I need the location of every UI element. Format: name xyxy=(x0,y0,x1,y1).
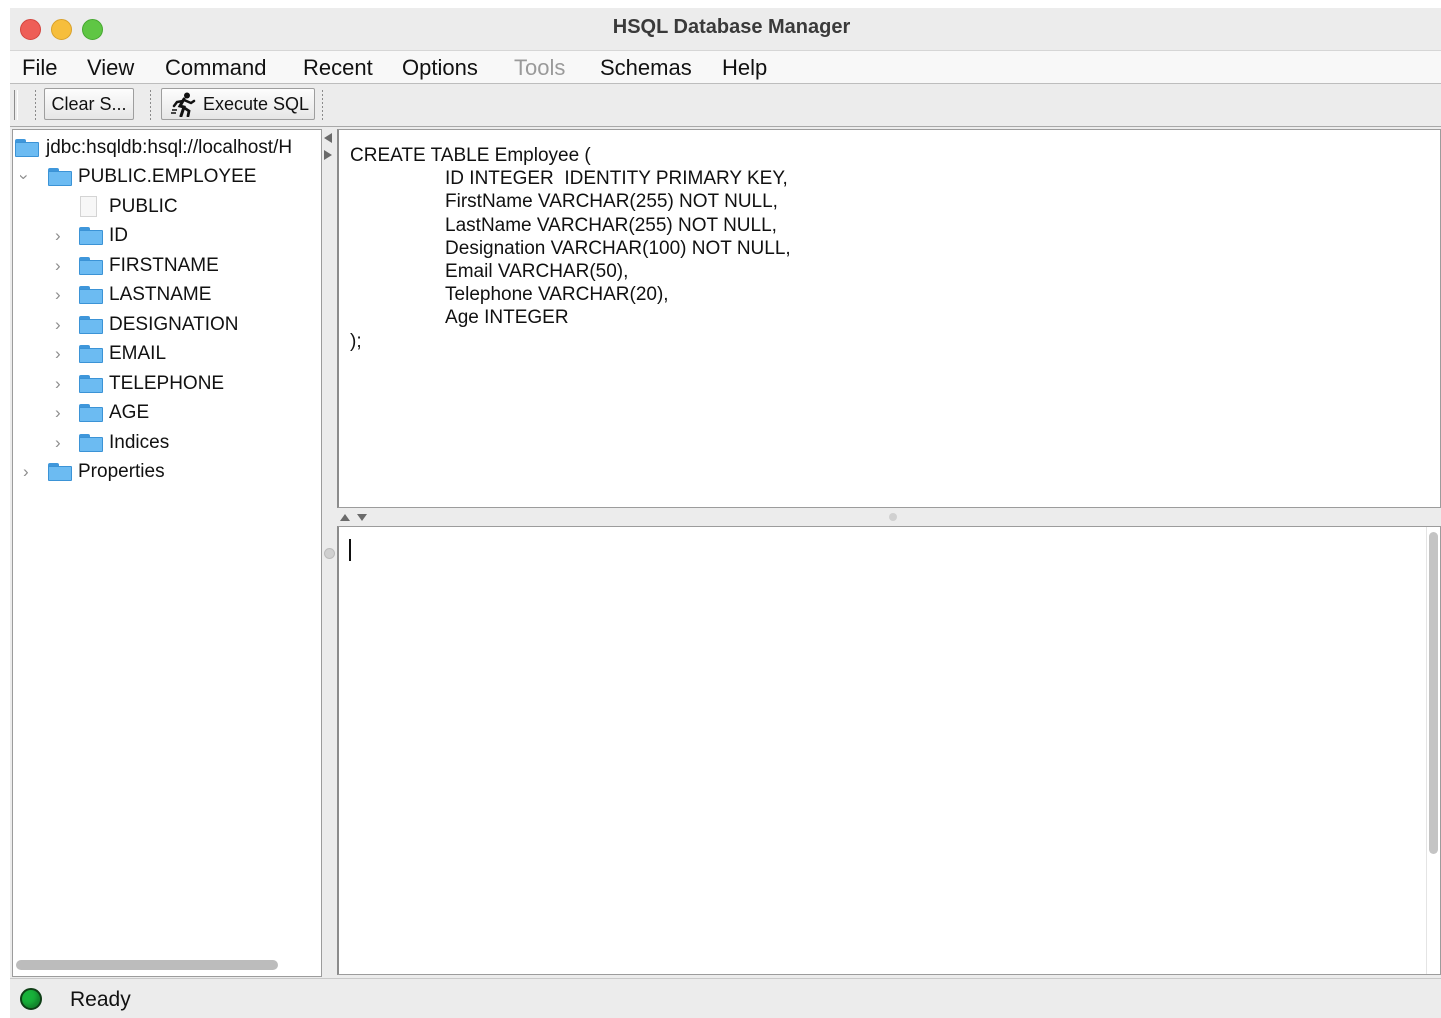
window-title: HSQL Database Manager xyxy=(612,16,851,38)
tree-node-label: ID xyxy=(109,225,128,246)
toolbar-separator xyxy=(150,90,151,120)
expand-right-arrow-icon[interactable] xyxy=(324,150,332,160)
folder-icon xyxy=(79,345,103,363)
text-caret xyxy=(349,539,351,561)
expand-down-arrow-icon[interactable] xyxy=(357,514,367,521)
tree-node-label: AGE xyxy=(109,402,150,423)
status-text: Ready xyxy=(70,988,131,1011)
sql-line: ); xyxy=(350,330,362,352)
folder-icon xyxy=(79,286,103,304)
execute-sql-label: Execute SQL xyxy=(203,94,310,114)
chevron-down-icon[interactable]: › xyxy=(13,174,38,180)
sql-line: Age INTEGER xyxy=(350,307,569,329)
menu-recent[interactable]: Recent xyxy=(303,55,373,81)
folder-icon xyxy=(48,168,72,186)
toolbar: Clear S... Execute SQL xyxy=(10,84,1441,127)
collapse-up-arrow-icon[interactable] xyxy=(340,514,350,521)
status-bar: Ready xyxy=(10,978,1441,1018)
tree-node-label: Indices xyxy=(109,432,170,453)
folder-icon xyxy=(79,434,103,452)
chevron-right-icon[interactable]: › xyxy=(55,340,61,368)
tree-horizontal-scrollbar[interactable] xyxy=(16,960,278,970)
menu-bar: File View Command Recent Options Tools S… xyxy=(10,51,1441,84)
sql-text: CREATE TABLE Employee ( ID INTEGER IDENT… xyxy=(350,144,791,353)
app-window: HSQL Database Manager File View Command … xyxy=(10,8,1441,1018)
tree-node-label: Properties xyxy=(78,461,165,482)
menu-schemas[interactable]: Schemas xyxy=(600,55,692,81)
execute-sql-button[interactable]: Execute SQL xyxy=(161,88,315,120)
tree-node-label: PUBLIC xyxy=(109,196,178,217)
folder-icon xyxy=(79,257,103,275)
menu-options[interactable]: Options xyxy=(402,55,478,81)
folder-icon xyxy=(48,463,72,481)
folder-icon xyxy=(79,316,103,334)
tree-node-label: FIRSTNAME xyxy=(109,255,219,276)
divider-grip[interactable] xyxy=(324,548,335,559)
toolbar-separator xyxy=(35,90,36,120)
sql-line: Email VARCHAR(50), xyxy=(350,261,629,283)
folder-icon xyxy=(79,227,103,245)
sql-line: FirstName VARCHAR(255) NOT NULL, xyxy=(350,191,778,213)
chevron-right-icon[interactable]: › xyxy=(55,311,61,339)
menu-file[interactable]: File xyxy=(22,55,57,81)
chevron-right-icon[interactable]: › xyxy=(55,252,61,280)
tree-node-label: DESIGNATION xyxy=(109,314,239,335)
title-bar: HSQL Database Manager xyxy=(10,8,1441,51)
sql-editor[interactable]: CREATE TABLE Employee ( ID INTEGER IDENT… xyxy=(337,129,1441,508)
tree-node-label: TELEPHONE xyxy=(109,373,225,394)
schema-tree-panel[interactable]: jdbc:hsqldb:hsql://localhost/H › PUBLIC.… xyxy=(12,129,322,977)
clear-screen-button[interactable]: Clear S... xyxy=(44,88,134,120)
vertical-split-divider[interactable] xyxy=(322,129,336,975)
sql-line: CREATE TABLE Employee ( xyxy=(350,145,591,166)
results-vertical-scrollbar[interactable] xyxy=(1429,532,1438,854)
status-light-icon xyxy=(20,988,42,1010)
results-scroll-track[interactable] xyxy=(1426,527,1440,974)
toolbar-separator xyxy=(322,90,323,120)
menu-command[interactable]: Command xyxy=(165,55,266,81)
folder-icon xyxy=(79,404,103,422)
results-area[interactable] xyxy=(337,526,1441,975)
tree-node-label: EMAIL xyxy=(109,343,167,364)
divider-grip[interactable] xyxy=(889,513,897,521)
menu-view[interactable]: View xyxy=(87,55,134,81)
toolbar-grip[interactable] xyxy=(14,90,18,120)
menu-tools: Tools xyxy=(514,55,566,80)
collapse-left-arrow-icon[interactable] xyxy=(324,133,332,143)
sql-line: Telephone VARCHAR(20), xyxy=(350,284,669,306)
tree-node-label: LASTNAME xyxy=(109,284,212,305)
chevron-right-icon[interactable]: › xyxy=(55,399,61,427)
running-man-icon xyxy=(171,92,196,117)
chevron-right-icon[interactable]: › xyxy=(55,429,61,457)
menu-help[interactable]: Help xyxy=(722,55,767,81)
chevron-right-icon[interactable]: › xyxy=(55,222,61,250)
horizontal-split-divider[interactable] xyxy=(337,508,1441,526)
file-icon xyxy=(80,196,97,217)
sql-line: LastName VARCHAR(255) NOT NULL, xyxy=(350,214,777,236)
tree-node-label: jdbc:hsqldb:hsql://localhost/H xyxy=(46,137,293,158)
chevron-right-icon[interactable]: › xyxy=(23,458,29,486)
chevron-right-icon[interactable]: › xyxy=(55,281,61,309)
sql-line: Designation VARCHAR(100) NOT NULL, xyxy=(350,237,791,259)
tree-node-label: PUBLIC.EMPLOYEE xyxy=(78,166,257,187)
sql-line: ID INTEGER IDENTITY PRIMARY KEY, xyxy=(350,168,788,190)
chevron-right-icon[interactable]: › xyxy=(55,370,61,398)
folder-icon xyxy=(79,375,103,393)
folder-icon xyxy=(15,139,39,157)
